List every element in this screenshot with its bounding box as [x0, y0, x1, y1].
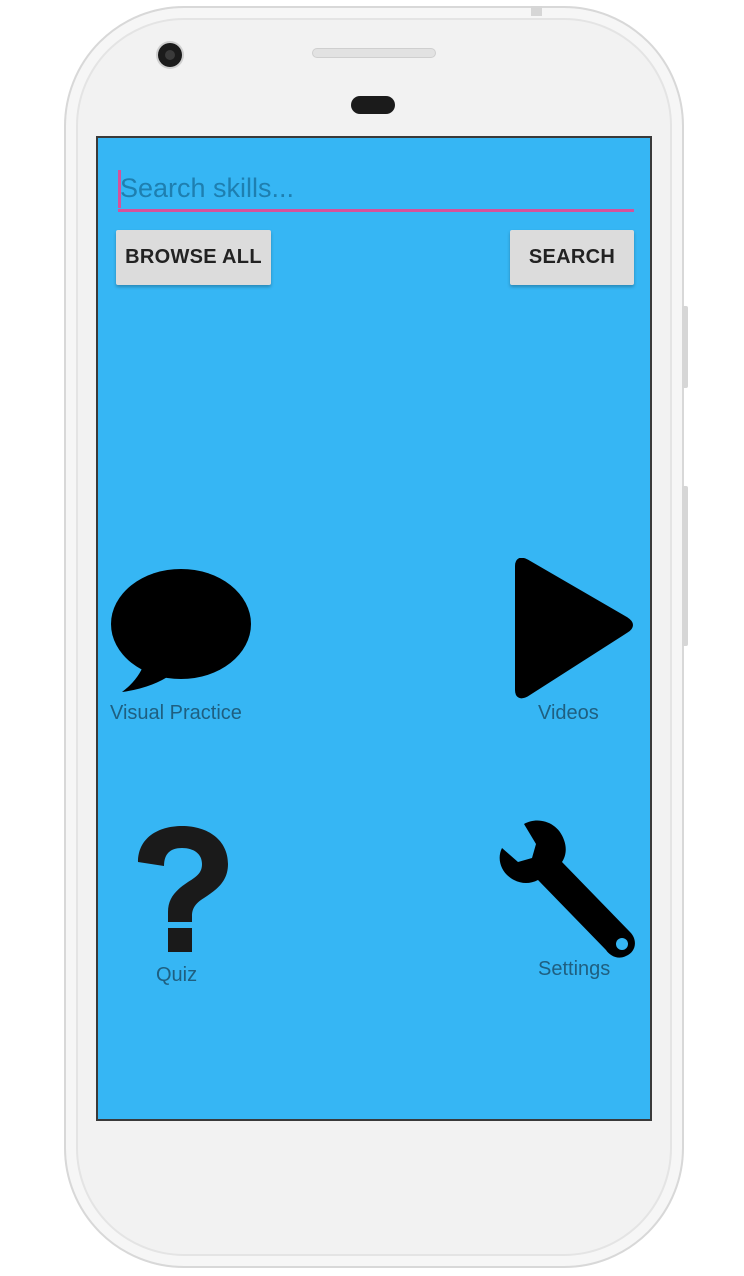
tile-label-quiz: Quiz [156, 964, 198, 986]
search-button[interactable]: SEARCH [510, 230, 634, 285]
search-field [118, 168, 634, 212]
phone-top-nub [531, 6, 542, 16]
text-cursor [118, 170, 121, 208]
tile-quiz[interactable]: Quiz [128, 824, 248, 994]
wrench-icon [499, 820, 635, 958]
tile-videos[interactable]: Videos [498, 558, 638, 734]
app-screen: BROWSE ALL SEARCH Visual Practice Videos… [96, 136, 652, 1121]
power-button [682, 306, 688, 388]
tile-visual-practice[interactable]: Visual Practice [108, 566, 268, 736]
speech-bubble-icon [111, 569, 251, 692]
volume-button [682, 486, 688, 646]
tile-label-videos: Videos [538, 702, 599, 724]
proximity-sensor [351, 96, 395, 114]
tile-label-settings: Settings [538, 958, 611, 980]
play-icon [515, 558, 633, 699]
search-input[interactable] [118, 168, 634, 208]
tile-settings[interactable]: Settings [498, 818, 644, 994]
question-mark-icon [138, 826, 228, 952]
browse-all-button[interactable]: BROWSE ALL [116, 230, 271, 285]
earpiece-speaker [312, 48, 436, 58]
tile-label-visual-practice: Visual Practice [110, 702, 242, 724]
front-camera [158, 43, 182, 67]
